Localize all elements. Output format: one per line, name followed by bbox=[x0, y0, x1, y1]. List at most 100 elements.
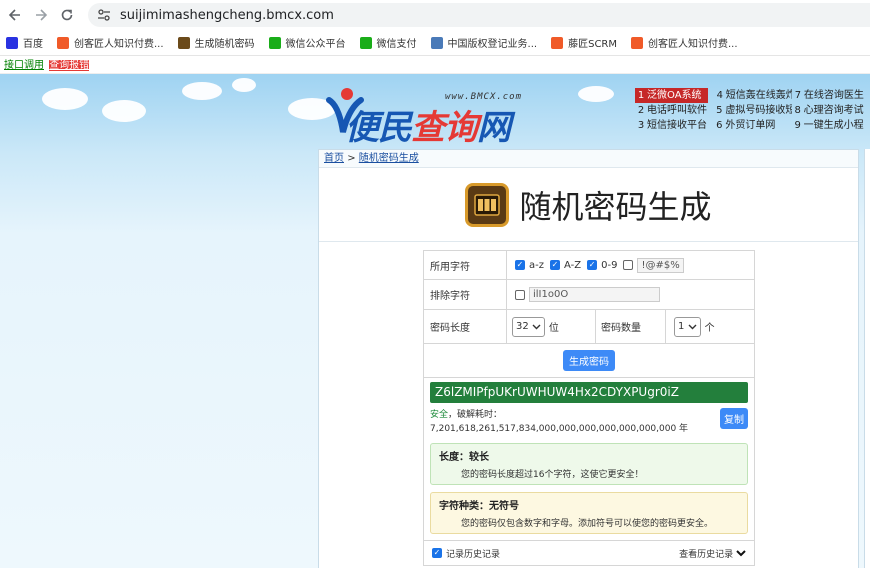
ad-link[interactable]: 5 虚拟号码接收短 bbox=[713, 103, 792, 118]
ad-label: 在线咨询医生 bbox=[803, 90, 864, 101]
charset-option[interactable]: !@#$% bbox=[623, 257, 684, 273]
ad-link[interactable]: 7 在线咨询医生 bbox=[792, 88, 870, 103]
browser-address-bar: suijimimashengcheng.bmcx.com bbox=[0, 0, 870, 30]
ad-number: 4 bbox=[716, 90, 723, 101]
charset-checkbox[interactable]: ✓ bbox=[587, 260, 598, 270]
bookmark-item[interactable]: 微信支付 bbox=[359, 35, 417, 50]
length-count-row: 密码长度 32 位 密码数量 1 个 bbox=[423, 310, 755, 344]
bookmark-item[interactable]: 创客匠人知识付费... bbox=[57, 35, 164, 50]
ad-number: 9 bbox=[794, 120, 801, 131]
charset-option-label: !@#$% bbox=[637, 257, 684, 273]
site-info-icon[interactable] bbox=[96, 7, 112, 23]
cloud-decoration bbox=[578, 86, 614, 102]
ad-label: 一键生成小程 bbox=[803, 120, 864, 131]
ad-link[interactable]: 2 电话呼叫软件 bbox=[635, 103, 713, 118]
bookmark-item[interactable]: 中国版权登记业务... bbox=[430, 35, 537, 50]
ad-number: 2 bbox=[637, 105, 645, 116]
breadcrumb-separator: > bbox=[347, 153, 356, 164]
copy-button[interactable]: 复制 bbox=[720, 408, 748, 429]
bookmark-item[interactable]: 百度 bbox=[6, 35, 43, 50]
bookmark-favicon-icon bbox=[177, 36, 190, 49]
bookmark-label: 微信支付 bbox=[376, 39, 417, 50]
charset-label: 所用字符 bbox=[424, 251, 507, 279]
password-form: 所用字符 ✓ a-z ✓ A-Z ✓ 0-9 !@#$% 排除字符 ilI1o0O 密码长度… bbox=[423, 250, 755, 566]
arrow-left-icon bbox=[8, 9, 20, 21]
cloud-decoration bbox=[232, 78, 256, 92]
bookmark-item[interactable]: 生成随机密码 bbox=[177, 35, 255, 50]
ad-label: 电话呼叫软件 bbox=[647, 105, 707, 116]
charset-option[interactable]: ✓ A-Z bbox=[550, 260, 581, 271]
length-feedback-box: 长度：较长 您的密码长度超过16个字符，这使它更安全！ bbox=[430, 443, 748, 485]
cloud-decoration bbox=[182, 82, 222, 100]
site-logo[interactable]: www.BMCX.com 便民查询网 bbox=[325, 82, 555, 148]
ad-number: 6 bbox=[716, 120, 723, 131]
length-label: 密码长度 bbox=[424, 310, 507, 343]
password-generator-icon bbox=[465, 182, 510, 227]
url-text: suijimimashengcheng.bmcx.com bbox=[120, 7, 334, 23]
bookmark-item[interactable]: 创客匠人知识付费... bbox=[631, 35, 738, 50]
page-background: www.BMCX.com 便民查询网 1 泛微OA系统 4 短信轰在线轰炸 7 在线咨询医… bbox=[0, 74, 870, 568]
reload-button[interactable] bbox=[54, 2, 80, 28]
length-select[interactable]: 32 bbox=[512, 316, 545, 337]
ad-number: 7 bbox=[794, 90, 802, 101]
count-select[interactable]: 1 bbox=[674, 316, 701, 337]
api-link[interactable]: 接口调用 bbox=[4, 60, 44, 71]
breadcrumb-home-link[interactable]: 首页 bbox=[324, 153, 344, 164]
bookmark-favicon-icon bbox=[57, 36, 69, 49]
exclude-checkbox[interactable] bbox=[515, 289, 525, 300]
charset-checkbox[interactable]: ✓ bbox=[550, 260, 560, 270]
bookmark-label: 百度 bbox=[23, 39, 43, 50]
result-panel: Z6lZMIPfpUKrUWHUW4Hx2CDYXPUgr0iZ 安全，破解耗时… bbox=[423, 378, 755, 541]
exclude-row: 排除字符 ilI1o0O bbox=[423, 280, 755, 310]
ad-label: 心理咨询考试 bbox=[803, 105, 864, 116]
record-history-option[interactable]: ✓ 记录历史记录 bbox=[432, 547, 500, 560]
bookmarks-bar: 百度 创客匠人知识付费... 生成随机密码 微信公众平台 微信支付 中国版权登记业务...… bbox=[0, 30, 870, 56]
ad-link[interactable]: 3 短信接收平台 bbox=[635, 118, 713, 133]
page-header: 随机密码生成 bbox=[319, 168, 858, 242]
view-history-label: 查看历史记录 bbox=[679, 549, 734, 560]
length-cell: 32 位 bbox=[507, 310, 596, 343]
exclude-value-cell: ilI1o0O bbox=[507, 280, 754, 309]
record-history-checkbox[interactable]: ✓ bbox=[432, 548, 442, 558]
safety-level: 安全 bbox=[430, 410, 449, 420]
bookmark-item[interactable]: 微信公众平台 bbox=[268, 35, 346, 50]
charset-option-label: a-z bbox=[529, 259, 544, 271]
history-row: ✓ 记录历史记录 查看历史记录 bbox=[423, 541, 755, 566]
report-error-link[interactable]: 查询报错 bbox=[49, 60, 90, 71]
breadcrumb-current-link[interactable]: 随机密码生成 bbox=[359, 153, 419, 164]
generate-password-button[interactable]: 生成密码 bbox=[563, 350, 615, 371]
bookmark-favicon-icon bbox=[6, 36, 18, 49]
charset-checkbox[interactable]: ✓ bbox=[515, 260, 525, 270]
exclude-input[interactable]: ilI1o0O bbox=[529, 287, 660, 302]
main-panel: 首页 > 随机密码生成 随机密码生成 所用字符 ✓ a-z ✓ A-Z ✓ 0-9 !@#$… bbox=[318, 149, 859, 568]
charset-option[interactable]: ✓ 0-9 bbox=[587, 260, 617, 271]
ad-row: 2 电话呼叫软件 5 虚拟号码接收短 8 心理咨询考试 bbox=[635, 103, 870, 118]
ad-link[interactable]: 9 一键生成小程 bbox=[792, 118, 870, 133]
bookmark-label: 生成随机密码 bbox=[194, 39, 255, 50]
bookmark-favicon-icon bbox=[430, 36, 443, 49]
ad-label: 短信接收平台 bbox=[647, 120, 707, 131]
generated-password[interactable]: Z6lZMIPfpUKrUWHUW4Hx2CDYXPUgr0iZ bbox=[430, 382, 748, 403]
ad-link[interactable]: 1 泛微OA系统 bbox=[635, 88, 708, 103]
ad-link[interactable]: 8 心理咨询考试 bbox=[792, 103, 870, 118]
bookmark-item[interactable]: 藤匠SCRM bbox=[551, 35, 617, 50]
charset-row: 所用字符 ✓ a-z ✓ A-Z ✓ 0-9 !@#$% bbox=[423, 250, 755, 280]
bookmark-favicon-icon bbox=[359, 36, 372, 49]
back-button[interactable] bbox=[2, 2, 28, 28]
record-history-label: 记录历史记录 bbox=[446, 549, 501, 560]
ad-link[interactable]: 6 外贸订单网 bbox=[713, 118, 791, 133]
chevron-down-icon bbox=[532, 324, 541, 329]
charset-checkbox[interactable] bbox=[623, 260, 634, 270]
url-input[interactable]: suijimimashengcheng.bmcx.com bbox=[88, 3, 870, 27]
ad-number: 1 bbox=[637, 90, 645, 101]
right-sidebar-edge bbox=[864, 149, 870, 568]
view-history-toggle[interactable]: 查看历史记录 bbox=[679, 547, 746, 560]
ad-link[interactable]: 4 短信轰在线轰炸 bbox=[714, 88, 792, 103]
ad-row: 1 泛微OA系统 4 短信轰在线轰炸 7 在线咨询医生 bbox=[635, 88, 870, 103]
charset-feedback-desc: 您的密码仅包含数字和字母。添加符号可以使您的密码更安全。 bbox=[461, 519, 714, 529]
forward-button[interactable] bbox=[28, 2, 54, 28]
ad-label: 泛微OA系统 bbox=[647, 90, 702, 101]
bookmark-label: 微信公众平台 bbox=[285, 39, 346, 50]
charset-option[interactable]: ✓ a-z bbox=[515, 260, 544, 271]
bookmark-label: 创客匠人知识付费... bbox=[74, 39, 164, 50]
